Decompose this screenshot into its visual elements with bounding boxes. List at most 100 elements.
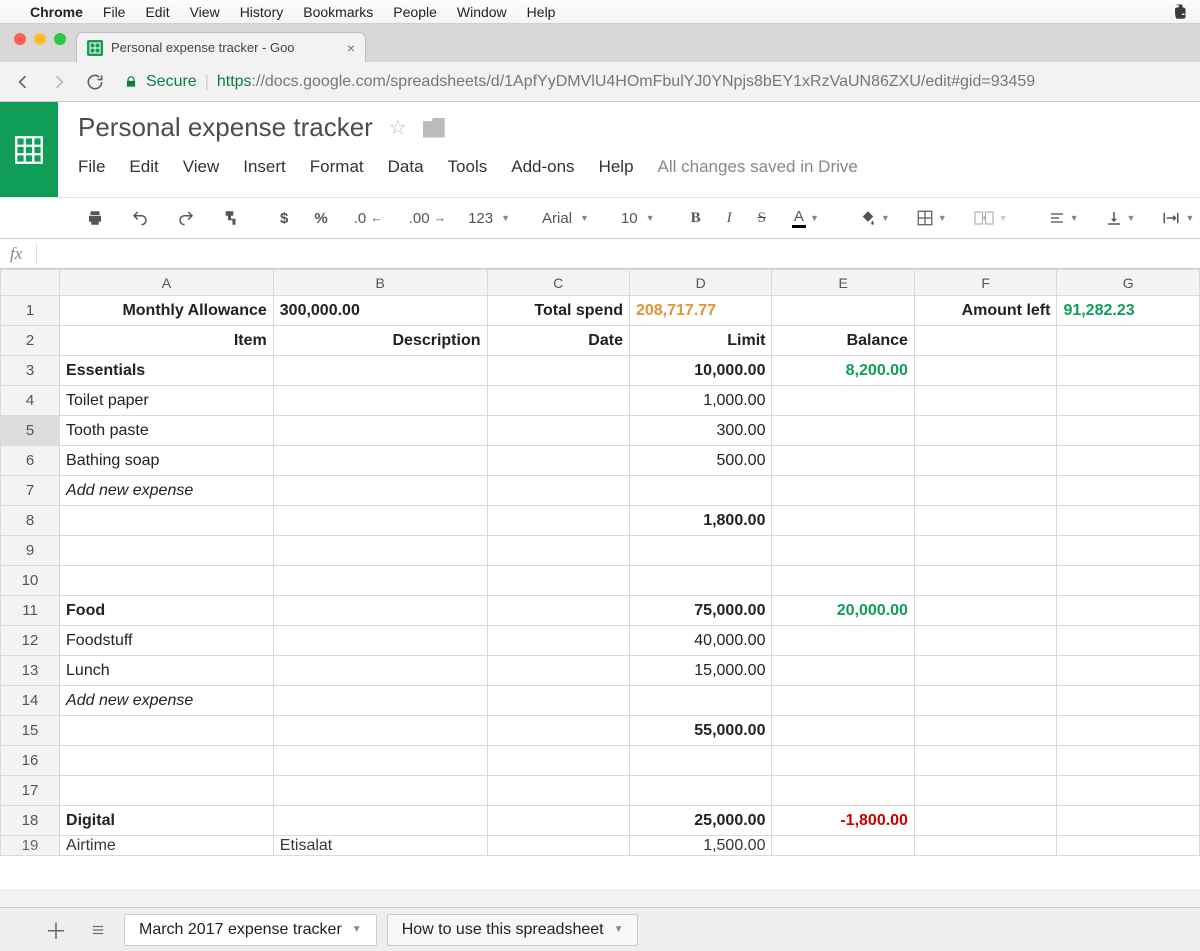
cell[interactable]: [487, 386, 629, 416]
cell[interactable]: [914, 626, 1056, 656]
cell[interactable]: 300,000.00: [273, 296, 487, 326]
cell[interactable]: [1057, 626, 1200, 656]
fill-color-button[interactable]: ▼: [853, 206, 896, 230]
cell[interactable]: 1,800.00: [629, 506, 771, 536]
cell[interactable]: [772, 776, 914, 806]
cell[interactable]: [273, 806, 487, 836]
cell[interactable]: [914, 746, 1056, 776]
cell[interactable]: [487, 836, 629, 856]
cell[interactable]: [772, 536, 914, 566]
cell[interactable]: [487, 806, 629, 836]
menubar-item[interactable]: File: [103, 4, 126, 20]
cell[interactable]: [772, 386, 914, 416]
menu-addons[interactable]: Add-ons: [511, 157, 574, 177]
cell[interactable]: 40,000.00: [629, 626, 771, 656]
evernote-menubar-icon[interactable]: [1172, 3, 1190, 21]
cell[interactable]: [1057, 716, 1200, 746]
menu-help[interactable]: Help: [599, 157, 634, 177]
cell[interactable]: [273, 716, 487, 746]
cell[interactable]: [1057, 356, 1200, 386]
strikethrough-button[interactable]: S: [752, 207, 772, 230]
cell[interactable]: [487, 716, 629, 746]
row-header[interactable]: 2: [1, 326, 60, 356]
row-header[interactable]: 1: [1, 296, 60, 326]
cell[interactable]: [273, 626, 487, 656]
row-header[interactable]: 3: [1, 356, 60, 386]
row-header[interactable]: 12: [1, 626, 60, 656]
cell[interactable]: [487, 356, 629, 386]
borders-button[interactable]: ▼: [910, 206, 953, 230]
grid-row[interactable]: 9: [1, 536, 1200, 566]
cell[interactable]: [60, 776, 274, 806]
cell[interactable]: [914, 836, 1056, 856]
cell[interactable]: [273, 746, 487, 776]
cell[interactable]: Airtime: [60, 836, 274, 856]
cell[interactable]: [1057, 656, 1200, 686]
cell[interactable]: [772, 566, 914, 596]
cell[interactable]: [273, 446, 487, 476]
vertical-align-button[interactable]: ▼: [1099, 206, 1142, 230]
grid-row[interactable]: 1555,000.00: [1, 716, 1200, 746]
cell[interactable]: Bathing soap: [60, 446, 274, 476]
row-header[interactable]: 7: [1, 476, 60, 506]
row-header[interactable]: 4: [1, 386, 60, 416]
cell[interactable]: [772, 836, 914, 856]
cell[interactable]: [60, 716, 274, 746]
cell[interactable]: [1057, 476, 1200, 506]
cell[interactable]: [914, 566, 1056, 596]
undo-icon[interactable]: [124, 206, 156, 230]
cell[interactable]: Limit: [629, 326, 771, 356]
cell[interactable]: [914, 716, 1056, 746]
menubar-app-name[interactable]: Chrome: [30, 4, 83, 20]
cell[interactable]: 91,282.23: [1057, 296, 1200, 326]
sheets-app-icon[interactable]: [0, 102, 58, 197]
cell[interactable]: [487, 506, 629, 536]
cell[interactable]: [1057, 386, 1200, 416]
zoom-window-button[interactable]: [54, 33, 66, 45]
cell[interactable]: [273, 476, 487, 506]
grid-row[interactable]: 11Food75,000.0020,000.00: [1, 596, 1200, 626]
cell[interactable]: [629, 476, 771, 506]
cell[interactable]: [1057, 596, 1200, 626]
row-header[interactable]: 13: [1, 656, 60, 686]
menu-insert[interactable]: Insert: [243, 157, 286, 177]
horizontal-align-button[interactable]: ▼: [1042, 207, 1085, 229]
cell[interactable]: [914, 446, 1056, 476]
row-header[interactable]: 5: [1, 416, 60, 446]
text-color-button[interactable]: A▼: [786, 205, 825, 231]
sheet-tab-active[interactable]: March 2017 expense tracker▼: [124, 914, 377, 946]
cell[interactable]: [1057, 686, 1200, 716]
row-header[interactable]: 10: [1, 566, 60, 596]
cell[interactable]: [487, 626, 629, 656]
row-header[interactable]: 16: [1, 746, 60, 776]
cell[interactable]: [273, 386, 487, 416]
cell[interactable]: [1057, 506, 1200, 536]
cell[interactable]: [1057, 536, 1200, 566]
cell[interactable]: Add new expense: [60, 686, 274, 716]
cell[interactable]: 1,500.00: [629, 836, 771, 856]
cell[interactable]: 55,000.00: [629, 716, 771, 746]
font-size-dropdown[interactable]: 10▼: [619, 208, 657, 229]
menu-tools[interactable]: Tools: [448, 157, 488, 177]
row-header[interactable]: 19: [1, 836, 60, 856]
cell[interactable]: Description: [273, 326, 487, 356]
grid-row[interactable]: 7Add new expense: [1, 476, 1200, 506]
cell[interactable]: [772, 716, 914, 746]
cell[interactable]: Date: [487, 326, 629, 356]
cell[interactable]: [914, 806, 1056, 836]
cell[interactable]: Etisalat: [273, 836, 487, 856]
cell[interactable]: [772, 746, 914, 776]
grid-row[interactable]: 18Digital25,000.00-1,800.00: [1, 806, 1200, 836]
cell[interactable]: [487, 536, 629, 566]
cell[interactable]: [914, 656, 1056, 686]
cell[interactable]: [772, 416, 914, 446]
cell[interactable]: [772, 446, 914, 476]
cell[interactable]: [273, 566, 487, 596]
col-header[interactable]: D: [629, 270, 771, 296]
col-header[interactable]: C: [487, 270, 629, 296]
cell[interactable]: 20,000.00: [772, 596, 914, 626]
cell[interactable]: Add new expense: [60, 476, 274, 506]
grid-row[interactable]: 12Foodstuff40,000.00: [1, 626, 1200, 656]
cell[interactable]: -1,800.00: [772, 806, 914, 836]
cell[interactable]: 208,717.77: [629, 296, 771, 326]
